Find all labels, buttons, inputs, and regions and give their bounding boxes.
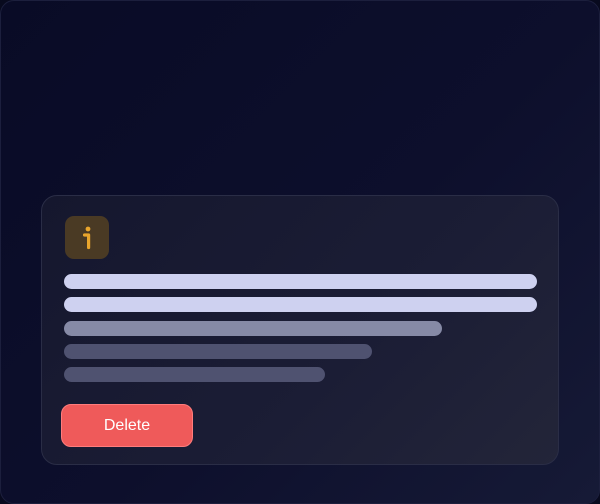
text-placeholder-line bbox=[64, 297, 537, 312]
info-icon bbox=[65, 216, 109, 259]
text-placeholder-line bbox=[64, 321, 442, 336]
app-frame: Delete bbox=[0, 0, 600, 504]
dialog-card: Delete bbox=[41, 195, 559, 465]
delete-button[interactable]: Delete bbox=[61, 404, 193, 447]
text-placeholder-line bbox=[64, 367, 325, 382]
text-placeholder-line bbox=[64, 344, 372, 359]
text-placeholder-line bbox=[64, 274, 537, 289]
